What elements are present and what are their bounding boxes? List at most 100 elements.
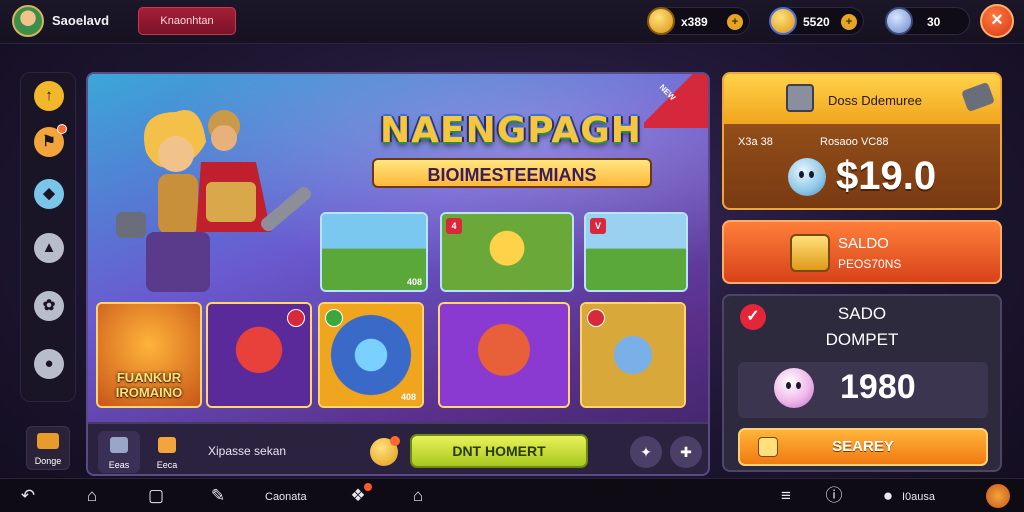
bomb-nav-icon: ● [882, 486, 894, 505]
balance-title: Doss Ddemuree [828, 93, 922, 108]
more-button[interactable]: ✚ [670, 436, 702, 468]
gold-resource[interactable]: x389 + [647, 7, 750, 35]
mascot-icon [788, 158, 826, 196]
wallet-action-button[interactable]: SEAREY [738, 428, 988, 466]
sidebar-item-gems[interactable]: ◆ [34, 179, 64, 209]
coin-bag-icon [769, 7, 797, 35]
play-button[interactable]: DNT HOMERT [410, 434, 588, 468]
saldo-button[interactable]: SALDO PEOS70NS [722, 220, 1002, 284]
back-button[interactable]: ↶ [16, 484, 40, 508]
shop-icon: ▲ [41, 239, 57, 256]
inventory-button[interactable]: Donge [26, 426, 70, 470]
cards-button[interactable]: Eeas [98, 431, 140, 473]
rewards-button[interactable]: Eeca [146, 431, 188, 473]
notification-dot [57, 124, 67, 134]
move-button[interactable]: ✦ [630, 436, 662, 468]
coin-icon [758, 437, 778, 457]
close-button[interactable]: × [980, 4, 1014, 38]
window-button[interactable]: ▢ [144, 484, 168, 508]
character-card[interactable]: 408 [318, 302, 424, 408]
level-tile[interactable]: V [584, 212, 688, 292]
gold-coin-icon [647, 7, 675, 35]
plus-icon: ✚ [680, 444, 692, 460]
card-badge [587, 309, 605, 327]
character-card[interactable] [206, 302, 312, 408]
gem-value: 30 [927, 15, 941, 29]
add-gold-button[interactable]: + [727, 14, 743, 30]
house-icon: ⌂ [412, 486, 424, 505]
back-icon: ↶ [20, 486, 36, 505]
player-name: Saoelavd [52, 13, 110, 28]
gems-nav-button[interactable]: ❖ [346, 483, 372, 508]
home-icon: ⌂ [86, 486, 98, 505]
balance-value: $19.0 [836, 154, 937, 198]
battle-nav-button[interactable]: ● [876, 484, 900, 508]
inventory-label: Donge [34, 456, 62, 466]
chest-icon [37, 433, 59, 449]
rank-badge[interactable]: Knaonhtan [138, 7, 236, 35]
home-button[interactable]: ⌂ [80, 484, 104, 508]
window-icon: ▢ [147, 486, 165, 505]
game-title: NAENGPAGH [380, 110, 642, 151]
flag-icon: ⚑ [42, 133, 56, 150]
character-card[interactable] [438, 302, 570, 408]
balance-label-right: Rosaoo VC88 [820, 136, 889, 148]
level-tile[interactable]: 408 [320, 212, 428, 292]
add-coins-button[interactable]: + [841, 14, 857, 30]
main-footer: Eeas Eeca Xipasse sekan DNT HOMERT ✦ ✚ [88, 422, 708, 474]
balance-header: Doss Ddemuree [724, 74, 1000, 124]
gem-resource[interactable]: 30 [885, 7, 970, 35]
game-subtitle: BIOIMESTEEMIANS [372, 158, 652, 188]
edit-button[interactable]: ✎ [206, 484, 230, 508]
base-button[interactable]: ⌂ [406, 484, 430, 508]
arrows-icon: ✦ [640, 444, 652, 460]
trophy-icon [158, 437, 176, 453]
wallet-panel: ✓ SADO DOMPET 1980 SEAREY [722, 294, 1002, 472]
card-badge [325, 309, 343, 327]
footer-label: Xipasse sekan [208, 444, 287, 458]
list-button[interactable]: ≡ [774, 484, 798, 508]
sidebar-item-battle[interactable]: ● [34, 349, 64, 379]
card-caption-line1: FUANKUR [116, 370, 182, 385]
gem-nav-icon: ❖ [350, 486, 366, 505]
card-caption-line2: IROMAINO [115, 385, 183, 400]
treasure-icon [790, 234, 830, 272]
sidebar-item-events[interactable]: ⚑ [34, 124, 67, 157]
coin-icon[interactable] [370, 436, 400, 466]
top-bar: Saoelavd Knaonhtan x389 + 5520 + 30 × [0, 0, 1024, 44]
rewards-label: Eeca [156, 460, 178, 470]
hero-illustration [116, 110, 312, 292]
sidebar-item-settings[interactable]: ✿ [34, 291, 64, 321]
wallet-button-label: SEAREY [832, 438, 894, 455]
main-panel: NEW NAENGPAGH BIOIMESTEEMIANS 408 4 V FU… [86, 72, 710, 476]
coin-bag-resource[interactable]: 5520 + [769, 7, 864, 35]
cards-icon [110, 437, 128, 453]
nav-label[interactable]: Caonata [265, 491, 307, 503]
card-badge [287, 309, 305, 327]
saldo-title: SALDO [838, 235, 889, 252]
info-button[interactable]: ⓘ [822, 484, 846, 508]
level-tile[interactable]: 4 [440, 212, 574, 292]
card-number: 408 [400, 392, 416, 402]
profile-button[interactable] [986, 484, 1010, 508]
left-sidebar: ↑ ⚑ ◆ ▲ ✿ ● [20, 72, 76, 402]
pen-icon: ✎ [210, 486, 226, 505]
character-card[interactable]: FUANKUR IROMAINO [96, 302, 202, 408]
avatar[interactable] [12, 5, 44, 37]
list-icon: ≡ [781, 486, 791, 505]
wallet-value: 1980 [840, 368, 916, 406]
bomb-icon: ● [44, 355, 54, 372]
gear-icon: ✿ [42, 297, 56, 314]
balance-label-left: X3a 38 [738, 136, 773, 148]
cards-label: Eeas [108, 460, 130, 470]
info-icon: ⓘ [825, 486, 843, 505]
chest-icon [786, 84, 814, 112]
sidebar-item-shop[interactable]: ▲ [34, 233, 64, 263]
wallet-title-line1: SADO [837, 304, 887, 323]
tile-tag: V [590, 218, 606, 234]
wallet-title-line2: DOMPET [825, 330, 899, 349]
sidebar-item-boost[interactable]: ↑ [34, 81, 64, 111]
bottom-navbar: ↶ ⌂ ▢ ✎ Caonata ❖ ⌂ ≡ ⓘ ● I0ausa [0, 478, 1024, 512]
character-card[interactable] [580, 302, 686, 408]
battle-nav-label: I0ausa [902, 491, 936, 503]
